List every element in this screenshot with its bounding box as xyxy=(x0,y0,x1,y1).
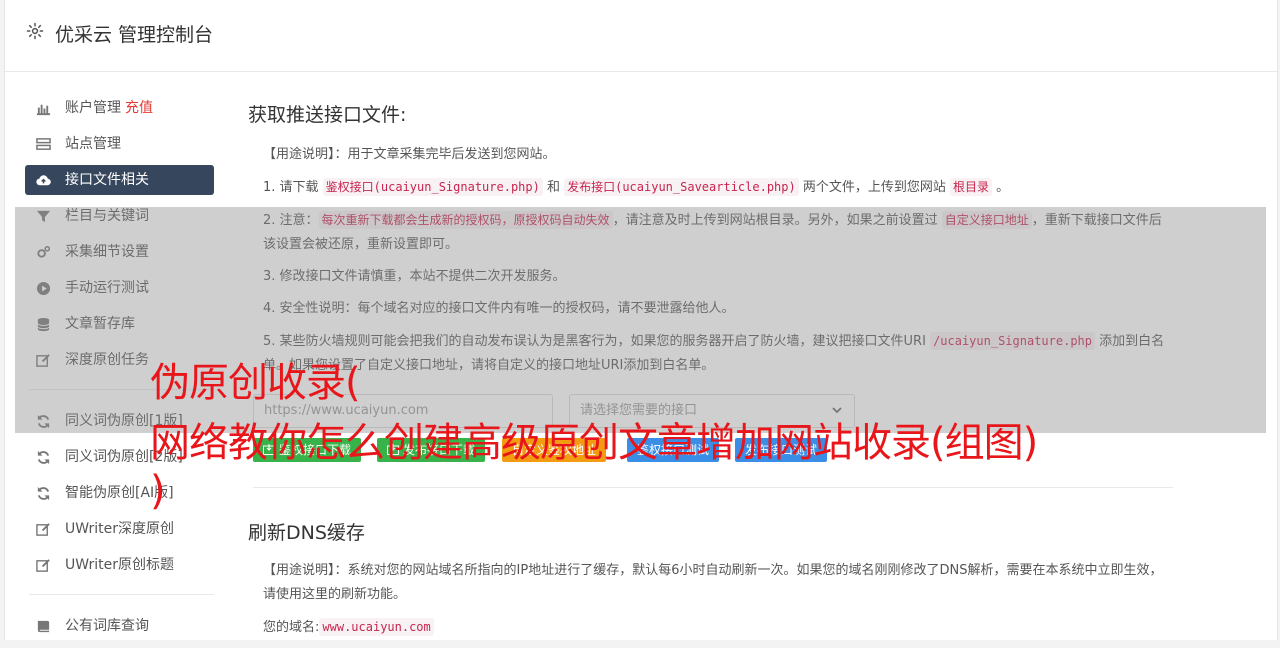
gear-icon[interactable] xyxy=(26,22,44,40)
sidebar-divider xyxy=(29,594,214,595)
refresh-icon xyxy=(37,450,50,465)
sidebar-item-label: 站点管理 xyxy=(65,136,121,152)
sidebar-item-label: UWriter原创标题 xyxy=(65,557,174,573)
refresh-icon xyxy=(37,486,50,501)
bar-chart-icon xyxy=(36,104,51,116)
sidebar-item-label: UWriter深度原创 xyxy=(65,521,174,537)
sidebar-item-label: 公有词库查询 xyxy=(65,618,149,634)
signature-file-code: 鉴权接口(ucaiyun_Signature.php) xyxy=(322,178,543,196)
sidebar-item-ai-original[interactable]: 智能伪原创[AI版] xyxy=(25,478,214,508)
sidebar-item-sites[interactable]: 站点管理 xyxy=(25,129,214,159)
sidebar-item-public-lexicon[interactable]: 公有词库查询 xyxy=(25,611,214,641)
section-divider xyxy=(253,487,1173,488)
usage-text: 【用途说明】：系统对您的网站域名所指向的IP地址进行了缓存，默认每6小时自动刷新… xyxy=(263,563,1163,602)
root-dir-code: 根目录 xyxy=(950,178,993,196)
edit-icon xyxy=(36,559,50,572)
domain-label: 您的域名: xyxy=(263,620,320,635)
edit-icon xyxy=(36,523,50,536)
section-title: 刷新DNS缓存 xyxy=(248,522,365,544)
overlay-headline-3: ) xyxy=(150,468,166,514)
app-title: 优采云 管理控制台 xyxy=(55,24,214,46)
cloud-upload-icon xyxy=(36,175,51,186)
server-icon xyxy=(36,138,51,150)
instruction-1: 1. 请下载 鉴权接口(ucaiyun_Signature.php) 和 发布接… xyxy=(263,178,1010,196)
overlay-headline-2: 网络教你怎么创建高级原创文章增加网站收录(组图) xyxy=(150,420,1038,466)
savearticle-file-code: 发布接口(ucaiyun_Savearticle.php) xyxy=(564,178,799,196)
section-title: 获取推送接口文件: xyxy=(248,104,407,126)
usage-text: 【用途说明】：用于文章采集完毕后发送到您网站。 xyxy=(263,147,556,162)
dns-section: 刷新DNS缓存 【用途说明】：系统对您的网站域名所指向的IP地址进行了缓存，默认… xyxy=(248,518,1168,648)
sidebar-item-interface-files[interactable]: 接口文件相关 xyxy=(25,165,214,195)
recharge-link[interactable]: 充值 xyxy=(125,100,153,116)
book-icon xyxy=(37,620,50,633)
sidebar-item-uwriter-title[interactable]: UWriter原创标题 xyxy=(25,550,214,580)
sidebar-item-account[interactable]: 账户管理 充值 xyxy=(25,93,214,123)
sidebar-item-label: 账户管理 xyxy=(65,100,121,116)
sidebar-item-label: 接口文件相关 xyxy=(65,172,149,188)
app-header: 优采云 管理控制台 xyxy=(5,0,1277,72)
sidebar-item-uwriter-deep[interactable]: UWriter深度原创 xyxy=(25,514,214,544)
domain-value: www.ucaiyun.com xyxy=(319,618,434,636)
overlay-headline-1: 伪原创收录( xyxy=(150,360,361,406)
domain-row: 您的域名: www.ucaiyun.com xyxy=(263,615,1168,640)
